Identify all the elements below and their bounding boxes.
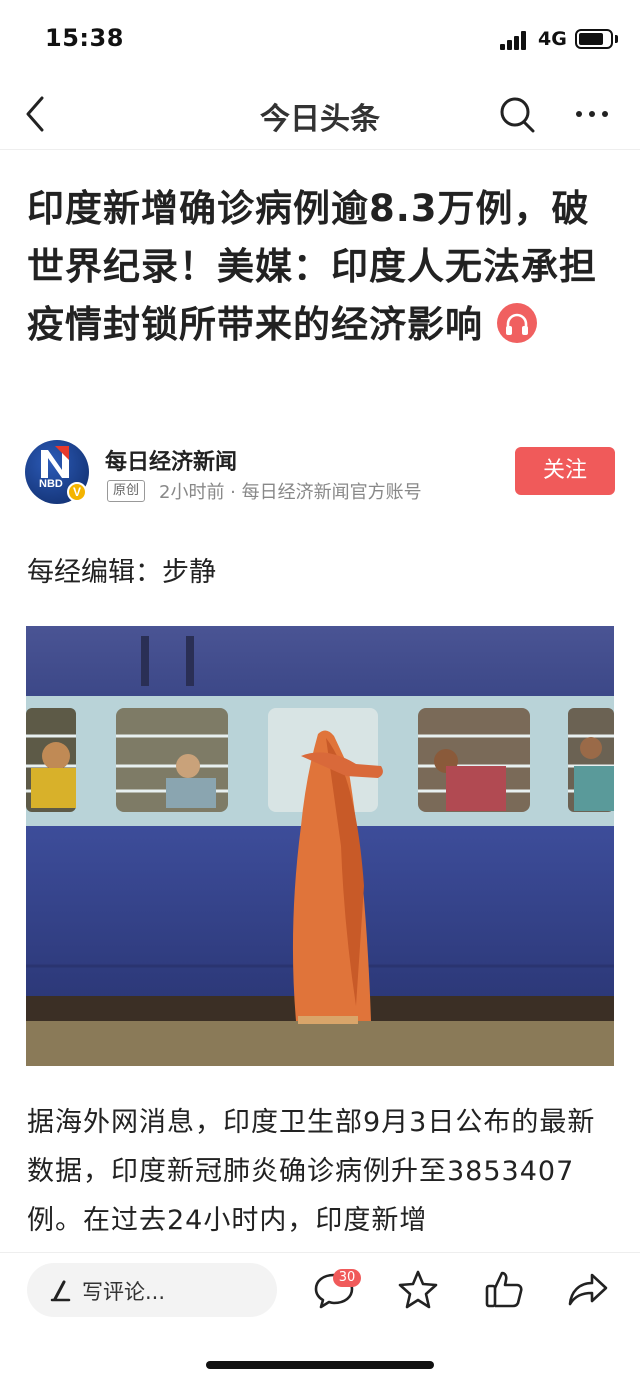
thumbs-up-icon <box>485 1271 523 1308</box>
share-button[interactable] <box>566 1267 610 1311</box>
pen-icon <box>50 1280 71 1302</box>
star-icon <box>398 1270 438 1309</box>
battery-icon <box>575 29 613 49</box>
home-indicator[interactable] <box>206 1361 434 1369</box>
more-button[interactable] <box>570 92 614 136</box>
back-button[interactable] <box>18 92 58 136</box>
nav-bar: 今日头条 <box>0 80 640 150</box>
comment-placeholder: 写评论... <box>82 1280 166 1304</box>
train-photo-illustration <box>26 626 614 1066</box>
nav-title: 今日头条 <box>260 102 380 137</box>
headphones-icon[interactable] <box>497 302 537 343</box>
verified-badge-icon: V <box>67 482 87 502</box>
search-button[interactable] <box>496 92 538 136</box>
back-icon <box>26 96 44 132</box>
article-title: 印度新增确诊病例逾8.3万例，破世界纪录！美媒：印度人无法承担疫情封锁所带来的经… <box>27 180 617 354</box>
author-row: NBD V 每日经济新闻 原创 2小时前 · 每日经济新闻官方账号 关注 <box>25 440 615 504</box>
favorite-button[interactable] <box>396 1267 440 1311</box>
original-badge: 原创 <box>107 480 146 502</box>
search-icon <box>500 97 535 133</box>
bottom-bar: 写评论... 30 <box>0 1252 640 1385</box>
article-photo[interactable] <box>26 626 614 1066</box>
author-meta: 2小时前 · 每日经济新闻官方账号 <box>159 482 422 503</box>
status-time: 15:38 <box>45 24 124 52</box>
comment-count-badge: 30 <box>333 1269 361 1287</box>
follow-button[interactable]: 关注 <box>515 447 615 495</box>
like-button[interactable] <box>482 1267 526 1311</box>
avatar-text: NBD <box>39 478 63 490</box>
share-icon <box>568 1273 608 1306</box>
editor-line: 每经编辑：步静 <box>27 557 216 588</box>
comment-input[interactable]: 写评论... <box>27 1263 277 1317</box>
status-bar: 15:38 4G <box>0 0 640 80</box>
article-body: 据海外网消息，印度卫生部9月3日公布的最新数据，印度新冠肺炎确诊病例升至3853… <box>27 1107 596 1236</box>
author-name[interactable]: 每日经济新闻 <box>105 444 237 476</box>
signal-icon <box>500 30 532 50</box>
battery-cap <box>615 35 618 43</box>
more-icon <box>576 111 608 117</box>
network-label: 4G <box>538 28 567 50</box>
